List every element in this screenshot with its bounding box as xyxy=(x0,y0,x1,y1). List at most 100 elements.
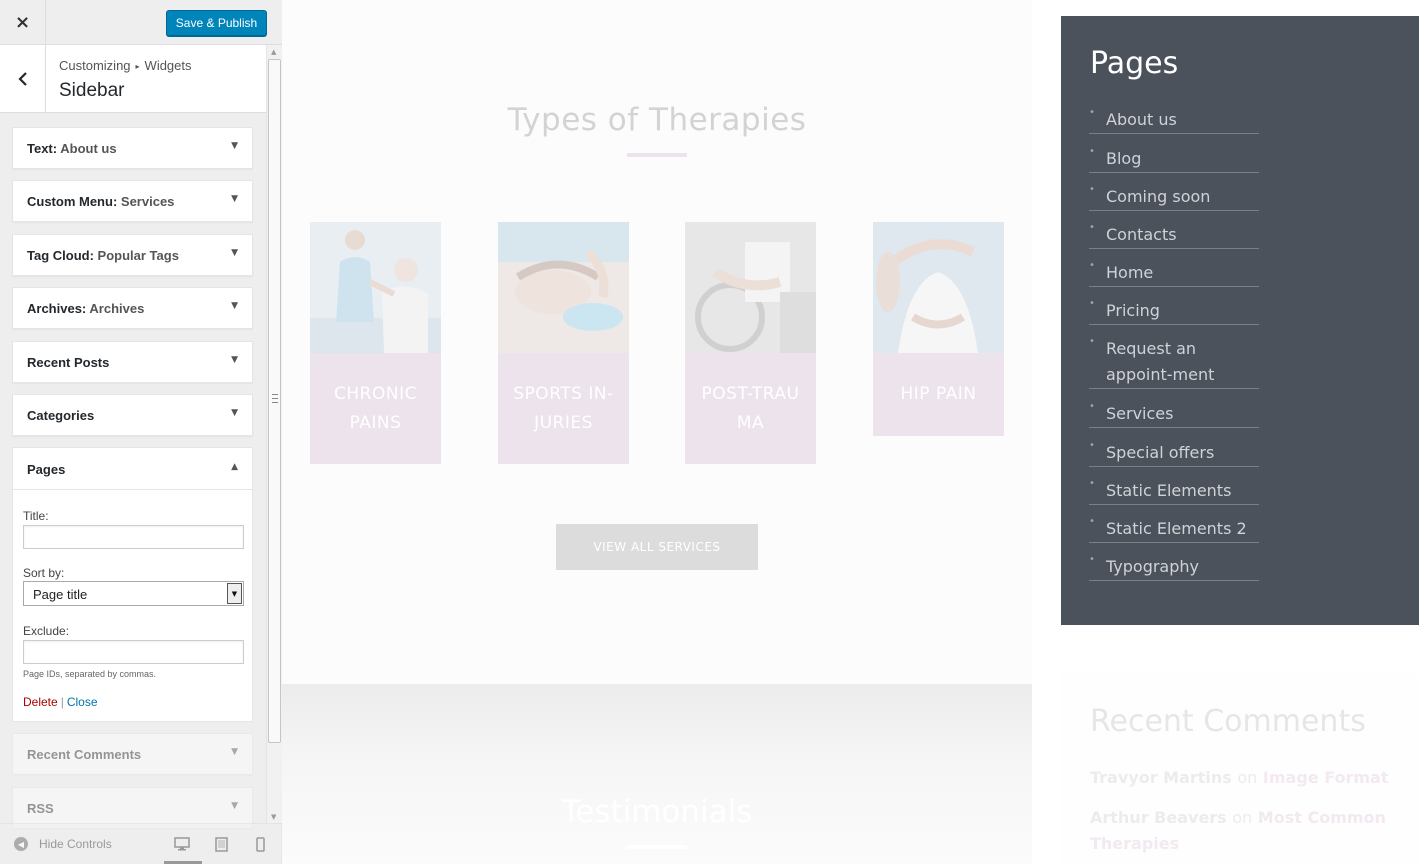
close-link[interactable]: Close xyxy=(67,695,98,709)
dropdown-arrow-icon[interactable]: ▼ xyxy=(227,583,242,604)
testimonials-section: Testimonials xyxy=(282,684,1032,864)
bullet-icon: • xyxy=(1089,478,1095,489)
site-preview: Types of Therapies CHRONIC PAINS SPORTS … xyxy=(282,0,1419,864)
widget-name: About us xyxy=(60,141,117,156)
exclude-input[interactable] xyxy=(23,640,244,664)
arrow-down-icon[interactable]: ▼ xyxy=(231,141,238,151)
arrow-down-icon[interactable]: ▼ xyxy=(231,194,238,204)
comment-author[interactable]: Travyor Martins xyxy=(1090,768,1232,787)
widget-name: Popular Tags xyxy=(97,248,179,263)
actions-separator: | xyxy=(60,695,64,709)
scroll-down-icon[interactable]: ▼ xyxy=(271,813,276,821)
page-link-label[interactable]: Static Elements xyxy=(1106,478,1259,504)
bullet-icon: • xyxy=(1089,516,1095,527)
close-icon[interactable]: × xyxy=(0,0,46,45)
page-link[interactable]: • Pricing xyxy=(1089,298,1259,325)
sort-by-select[interactable]: Page title ▼ xyxy=(23,581,244,606)
comment-on: on xyxy=(1232,808,1253,827)
widget-actions: Delete | Close xyxy=(23,695,98,709)
therapy-card-label[interactable]: SPORTS IN-JURIES xyxy=(498,353,629,464)
arrow-down-icon[interactable]: ▼ xyxy=(231,801,238,811)
comment-item: Travyor Martins on Image Format xyxy=(1090,765,1390,791)
page-link[interactable]: • Request an appoint-ment xyxy=(1089,336,1259,389)
page-link-label[interactable]: Blog xyxy=(1106,146,1259,172)
arrow-down-icon[interactable]: ▼ xyxy=(231,408,238,418)
therapy-card-label[interactable]: CHRONIC PAINS xyxy=(310,353,441,464)
widget-text-about-us[interactable]: Text: About us ▼ xyxy=(12,127,253,169)
widget-recent-comments[interactable]: Recent Comments ▼ xyxy=(12,733,253,775)
comment-post-link[interactable]: Image Format xyxy=(1263,768,1389,787)
page-link[interactable]: • Typography xyxy=(1089,554,1259,581)
therapy-card-label[interactable]: POST-TRAU MA xyxy=(685,353,816,464)
therapy-photo xyxy=(310,222,441,353)
therapies-heading: Types of Therapies xyxy=(507,102,807,138)
bullet-icon: • xyxy=(1089,336,1095,347)
page-link-label[interactable]: Services xyxy=(1106,401,1259,427)
arrow-down-icon[interactable]: ▼ xyxy=(231,747,238,757)
testimonials-heading: Testimonials xyxy=(561,794,753,830)
bullet-icon: • xyxy=(1089,554,1095,565)
page-link[interactable]: • Home xyxy=(1089,260,1259,287)
page-link[interactable]: • Services xyxy=(1089,401,1259,428)
page-link-label[interactable]: Pricing xyxy=(1106,298,1259,324)
widget-custom-menu-services[interactable]: Custom Menu: Services ▼ xyxy=(12,180,253,222)
pages-widget-header[interactable]: Pages ▲ xyxy=(13,448,252,490)
section-title: Sidebar xyxy=(59,80,125,101)
widget-categories[interactable]: Categories ▼ xyxy=(12,394,253,436)
widget-tag-cloud[interactable]: Tag Cloud: Popular Tags ▼ xyxy=(12,234,253,276)
heading-underline xyxy=(627,153,687,157)
page-link-label[interactable]: About us xyxy=(1106,107,1259,133)
widget-pages-expanded: Pages ▲ Title: Sort by: Page title ▼ Exc… xyxy=(12,447,253,722)
bullet-icon: • xyxy=(1089,107,1095,118)
widget-type: Tag Cloud: xyxy=(27,248,94,263)
page-link-label[interactable]: Request an appoint-ment xyxy=(1106,336,1256,388)
scroll-up-icon[interactable]: ▲ xyxy=(271,48,276,56)
exclude-label: Exclude: xyxy=(23,624,70,638)
hide-controls-button[interactable]: ◀ Hide Controls xyxy=(14,837,112,851)
scrollbar-thumb[interactable] xyxy=(268,59,281,743)
widget-title: Tag Cloud: Popular Tags xyxy=(27,248,179,263)
page-link-label[interactable]: Contacts xyxy=(1106,222,1259,248)
arrow-down-icon[interactable]: ▼ xyxy=(231,248,238,258)
bullet-icon: • xyxy=(1089,298,1095,309)
comment-author[interactable]: Arthur Beavers xyxy=(1090,808,1227,827)
page-link[interactable]: • About us xyxy=(1089,107,1259,134)
widget-title: Custom Menu: Services xyxy=(27,194,174,209)
mobile-icon[interactable] xyxy=(256,837,265,856)
widget-type: Custom Menu: xyxy=(27,194,118,209)
page-link-label[interactable]: Special offers xyxy=(1106,440,1259,466)
page-link[interactable]: • Static Elements 2 xyxy=(1089,516,1259,543)
bullet-icon: • xyxy=(1089,146,1095,157)
title-input[interactable] xyxy=(23,525,244,549)
panel-scrollbar[interactable]: ▲ ▼ xyxy=(266,45,282,823)
page-link-label[interactable]: Home xyxy=(1106,260,1259,286)
grip-icon xyxy=(272,394,278,403)
page-link[interactable]: • Special offers xyxy=(1089,440,1259,467)
arrow-down-icon[interactable]: ▼ xyxy=(231,301,238,311)
bullet-icon: • xyxy=(1089,222,1095,233)
arrow-up-icon[interactable]: ▲ xyxy=(231,462,238,472)
page-link[interactable]: • Static Elements xyxy=(1089,478,1259,505)
page-link[interactable]: • Contacts xyxy=(1089,222,1259,249)
arrow-down-icon[interactable]: ▼ xyxy=(231,355,238,365)
desktop-icon[interactable] xyxy=(174,837,190,855)
widget-archives[interactable]: Archives: Archives ▼ xyxy=(12,287,253,329)
delete-link[interactable]: Delete xyxy=(23,695,58,709)
page-link-label[interactable]: Typography xyxy=(1106,554,1259,580)
tablet-icon[interactable] xyxy=(215,837,228,856)
view-all-services-button[interactable]: VIEW ALL SERVICES xyxy=(556,524,758,570)
back-button[interactable] xyxy=(0,45,46,112)
save-publish-button[interactable]: Save & Publish xyxy=(166,10,267,36)
page-link-label[interactable]: Static Elements 2 xyxy=(1106,516,1259,542)
page-link-label[interactable]: Coming soon xyxy=(1106,184,1259,210)
widget-title: Recent Comments xyxy=(27,747,142,762)
recent-comments-heading: Recent Comments xyxy=(1090,704,1366,739)
page-link[interactable]: • Blog xyxy=(1089,146,1259,173)
heading-underline xyxy=(627,845,687,849)
widget-type: Text: xyxy=(27,141,58,156)
widget-title: Text: About us xyxy=(27,141,117,156)
page-link[interactable]: • Coming soon xyxy=(1089,184,1259,211)
therapy-card-label[interactable]: HIP PAIN xyxy=(873,353,1004,436)
widget-recent-posts[interactable]: Recent Posts ▼ xyxy=(12,341,253,383)
therapies-section: Types of Therapies CHRONIC PAINS SPORTS … xyxy=(282,0,1032,684)
